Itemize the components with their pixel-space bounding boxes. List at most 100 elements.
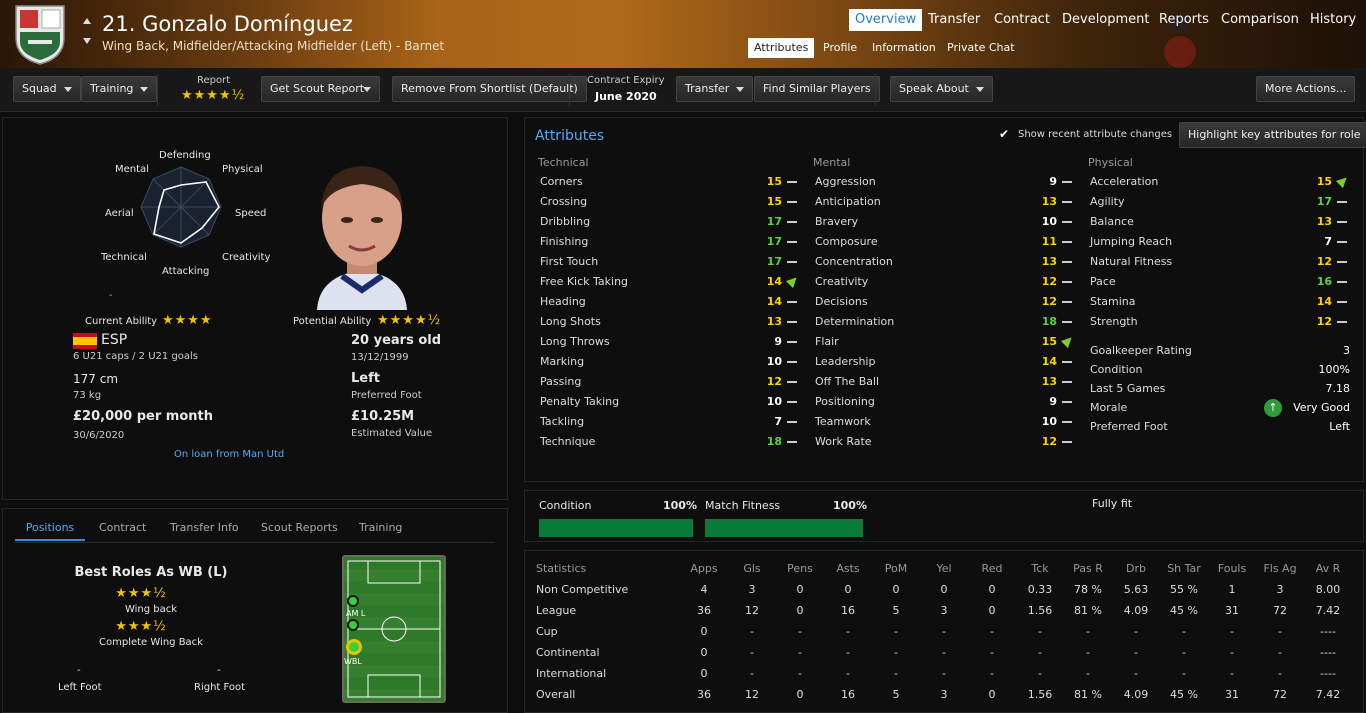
- attribute-row[interactable]: Agility 17: [1090, 192, 1350, 212]
- next-player-icon[interactable]: [83, 38, 91, 44]
- get-scout-report-button[interactable]: Get Scout Report: [261, 76, 380, 102]
- remove-shortlist-button[interactable]: Remove From Shortlist (Default): [392, 76, 587, 102]
- attribute-row[interactable]: Marking 10: [540, 352, 800, 372]
- attribute-row[interactable]: Decisions 12: [815, 292, 1075, 312]
- stats-header-cell[interactable]: Pas R: [1064, 558, 1112, 579]
- stats-header-cell[interactable]: Apps: [680, 558, 728, 579]
- transfer-button[interactable]: Transfer: [676, 76, 754, 102]
- attribute-row[interactable]: Off The Ball 13: [815, 372, 1075, 392]
- stats-cell: 3: [940, 604, 948, 617]
- attribute-row[interactable]: Leadership 14: [815, 352, 1075, 372]
- stats-cell: 0: [700, 625, 708, 638]
- attribute-row[interactable]: Finishing 17: [540, 232, 800, 252]
- tab-overview[interactable]: Overview: [849, 9, 923, 31]
- attribute-row[interactable]: Pace 16: [1090, 272, 1350, 292]
- attribute-row[interactable]: Concentration 13: [815, 252, 1075, 272]
- match-fitness-bar: [705, 519, 863, 537]
- attribute-row[interactable]: First Touch 17: [540, 252, 800, 272]
- attribute-row[interactable]: Strength 12: [1090, 312, 1350, 332]
- stats-cell: -: [1182, 625, 1186, 638]
- stats-header-cell[interactable]: Gls: [728, 558, 776, 579]
- stats-header-cell[interactable]: Tck: [1016, 558, 1064, 579]
- tab-contract[interactable]: Contract: [988, 9, 1056, 31]
- attribute-row[interactable]: Tackling 7: [540, 412, 800, 432]
- tab-positions[interactable]: Positions: [15, 515, 85, 541]
- divider: [875, 74, 876, 106]
- attribute-row[interactable]: Anticipation 13: [815, 192, 1075, 212]
- speak-about-button[interactable]: Speak About: [890, 76, 993, 102]
- find-similar-button[interactable]: Find Similar Players: [754, 76, 880, 102]
- stats-header-cell[interactable]: Yel: [920, 558, 968, 579]
- squad-button[interactable]: Squad: [13, 76, 81, 102]
- attribute-name: Decisions: [815, 295, 868, 308]
- position-aml-label: AM L: [346, 609, 366, 618]
- attribute-row[interactable]: Long Shots 13: [540, 312, 800, 332]
- stats-header-cell[interactable]: Asts: [824, 558, 872, 579]
- stats-header-cell[interactable]: Statistics: [536, 558, 656, 579]
- training-button[interactable]: Training: [81, 76, 158, 102]
- attribute-row[interactable]: Balance 13: [1090, 212, 1350, 232]
- attribute-row[interactable]: Corners 15: [540, 172, 800, 192]
- attribute-row[interactable]: Determination 18: [815, 312, 1075, 332]
- tab-reports[interactable]: Reports: [1153, 9, 1215, 31]
- stats-cell: 45 %: [1170, 604, 1198, 617]
- attribute-row[interactable]: Teamwork 10: [815, 412, 1075, 432]
- divider: [157, 74, 158, 106]
- highlight-roles-dropdown[interactable]: Highlight key attributes for role: [1179, 122, 1366, 148]
- attribute-row[interactable]: Acceleration 15: [1090, 172, 1351, 192]
- loan-link[interactable]: On loan from Man Utd: [174, 449, 284, 460]
- stats-header-cell[interactable]: Fouls: [1208, 558, 1256, 579]
- attribute-radar: [140, 166, 222, 248]
- attribute-row[interactable]: Positioning 9: [815, 392, 1075, 412]
- attribute-row[interactable]: Free Kick Taking 14: [540, 272, 801, 292]
- tab-scout-reports[interactable]: Scout Reports: [261, 515, 338, 541]
- subtab-information[interactable]: Information: [866, 38, 942, 58]
- attribute-row[interactable]: Passing 12: [540, 372, 800, 392]
- tab-comparison[interactable]: Comparison: [1215, 9, 1305, 31]
- attribute-row[interactable]: Technique 18: [540, 432, 800, 452]
- subtab-profile[interactable]: Profile: [817, 38, 863, 58]
- tab-transfer-info[interactable]: Transfer Info: [170, 515, 239, 541]
- attribute-row[interactable]: Aggression 9: [815, 172, 1075, 192]
- tab-contract-lower[interactable]: Contract: [99, 515, 146, 541]
- attribute-name: Pace: [1090, 275, 1116, 288]
- attribute-row[interactable]: Work Rate 12: [815, 432, 1075, 452]
- trend-steady-icon: [787, 361, 797, 363]
- attribute-row[interactable]: Jumping Reach 7: [1090, 232, 1350, 252]
- lower-tabs: Positions Contract Transfer Info Scout R…: [15, 515, 495, 543]
- stats-header-cell[interactable]: Fls Ag: [1256, 558, 1304, 579]
- attribute-row[interactable]: Composure 11: [815, 232, 1075, 252]
- stats-header-cell[interactable]: Av R: [1304, 558, 1352, 579]
- stats-header-cell[interactable]: Drb: [1112, 558, 1160, 579]
- attribute-row[interactable]: Long Throws 9: [540, 332, 800, 352]
- attribute-row[interactable]: Creativity 12: [815, 272, 1075, 292]
- stats-header-cell[interactable]: Red: [968, 558, 1016, 579]
- show-changes-checkbox[interactable]: ✔: [999, 127, 1009, 141]
- best-roles-title: Best Roles As WB (L): [74, 565, 228, 580]
- stats-header-cell[interactable]: Pens: [776, 558, 824, 579]
- trend-steady-icon: [1337, 281, 1347, 283]
- stats-cell: -: [1086, 625, 1090, 638]
- attribute-row[interactable]: Penalty Taking 10: [540, 392, 800, 412]
- tab-transfer[interactable]: Transfer: [922, 9, 986, 31]
- right-foot-value: -: [217, 665, 221, 676]
- attribute-row[interactable]: Natural Fitness 12: [1090, 252, 1350, 272]
- more-actions-button[interactable]: More Actions...: [1256, 76, 1356, 102]
- tab-history[interactable]: History: [1304, 9, 1362, 31]
- stats-header-cell[interactable]: PoM: [872, 558, 920, 579]
- subtab-private-chat[interactable]: Private Chat: [941, 38, 1021, 58]
- tab-development[interactable]: Development: [1056, 9, 1156, 31]
- attribute-row[interactable]: Stamina 14: [1090, 292, 1350, 312]
- position-marker-aml: [347, 595, 359, 607]
- subtab-attributes[interactable]: Attributes: [748, 38, 815, 58]
- attribute-row[interactable]: Crossing 15: [540, 192, 800, 212]
- attribute-row[interactable]: Heading 14: [540, 292, 800, 312]
- prev-player-icon[interactable]: [83, 18, 91, 24]
- stats-cell: 5.63: [1123, 583, 1149, 596]
- stats-header-cell[interactable]: Sh Tar: [1160, 558, 1208, 579]
- tab-training-lower[interactable]: Training: [359, 515, 402, 541]
- attribute-row[interactable]: Bravery 10: [815, 212, 1075, 232]
- attribute-row[interactable]: Dribbling 17: [540, 212, 800, 232]
- attribute-row[interactable]: Flair 15: [815, 332, 1076, 352]
- radar-label-creativity: Creativity: [222, 252, 271, 263]
